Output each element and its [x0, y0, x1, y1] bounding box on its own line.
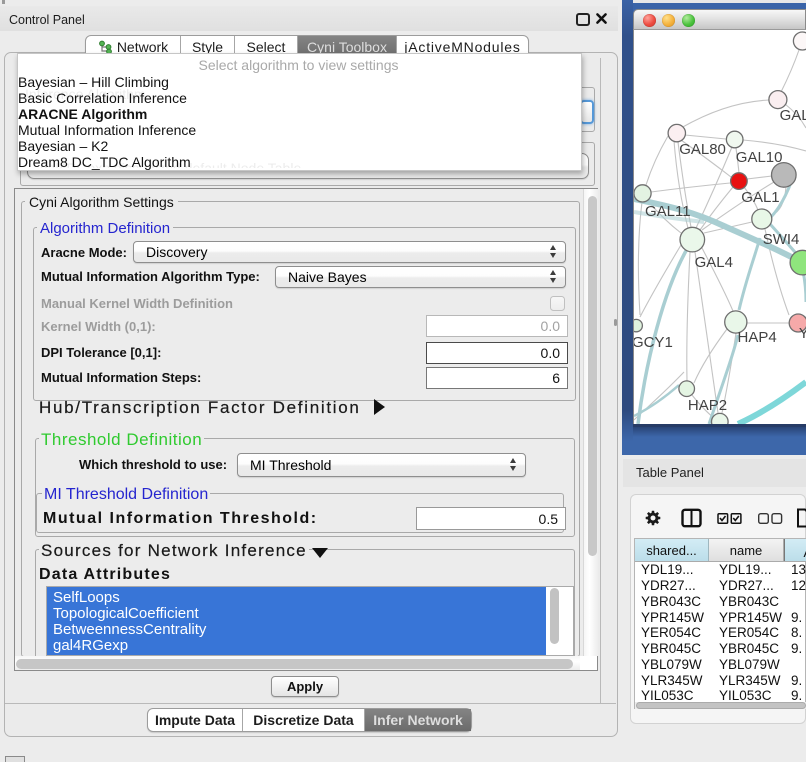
svg-text:HAP4: HAP4 [738, 329, 777, 346]
svg-text:GAL11: GAL11 [645, 203, 691, 220]
svg-text:GAL7: GAL7 [780, 107, 806, 124]
svg-text:GCY1: GCY1 [634, 334, 673, 351]
svg-text:GAL1: GAL1 [741, 189, 779, 206]
svg-text:GAL4: GAL4 [695, 254, 733, 271]
svg-text:SWI4: SWI4 [763, 231, 800, 248]
svg-text:YJ: YJ [799, 325, 806, 342]
svg-text:GAL80: GAL80 [679, 141, 726, 158]
svg-text:HAP2: HAP2 [688, 397, 727, 414]
svg-text:GAL10: GAL10 [736, 149, 783, 166]
